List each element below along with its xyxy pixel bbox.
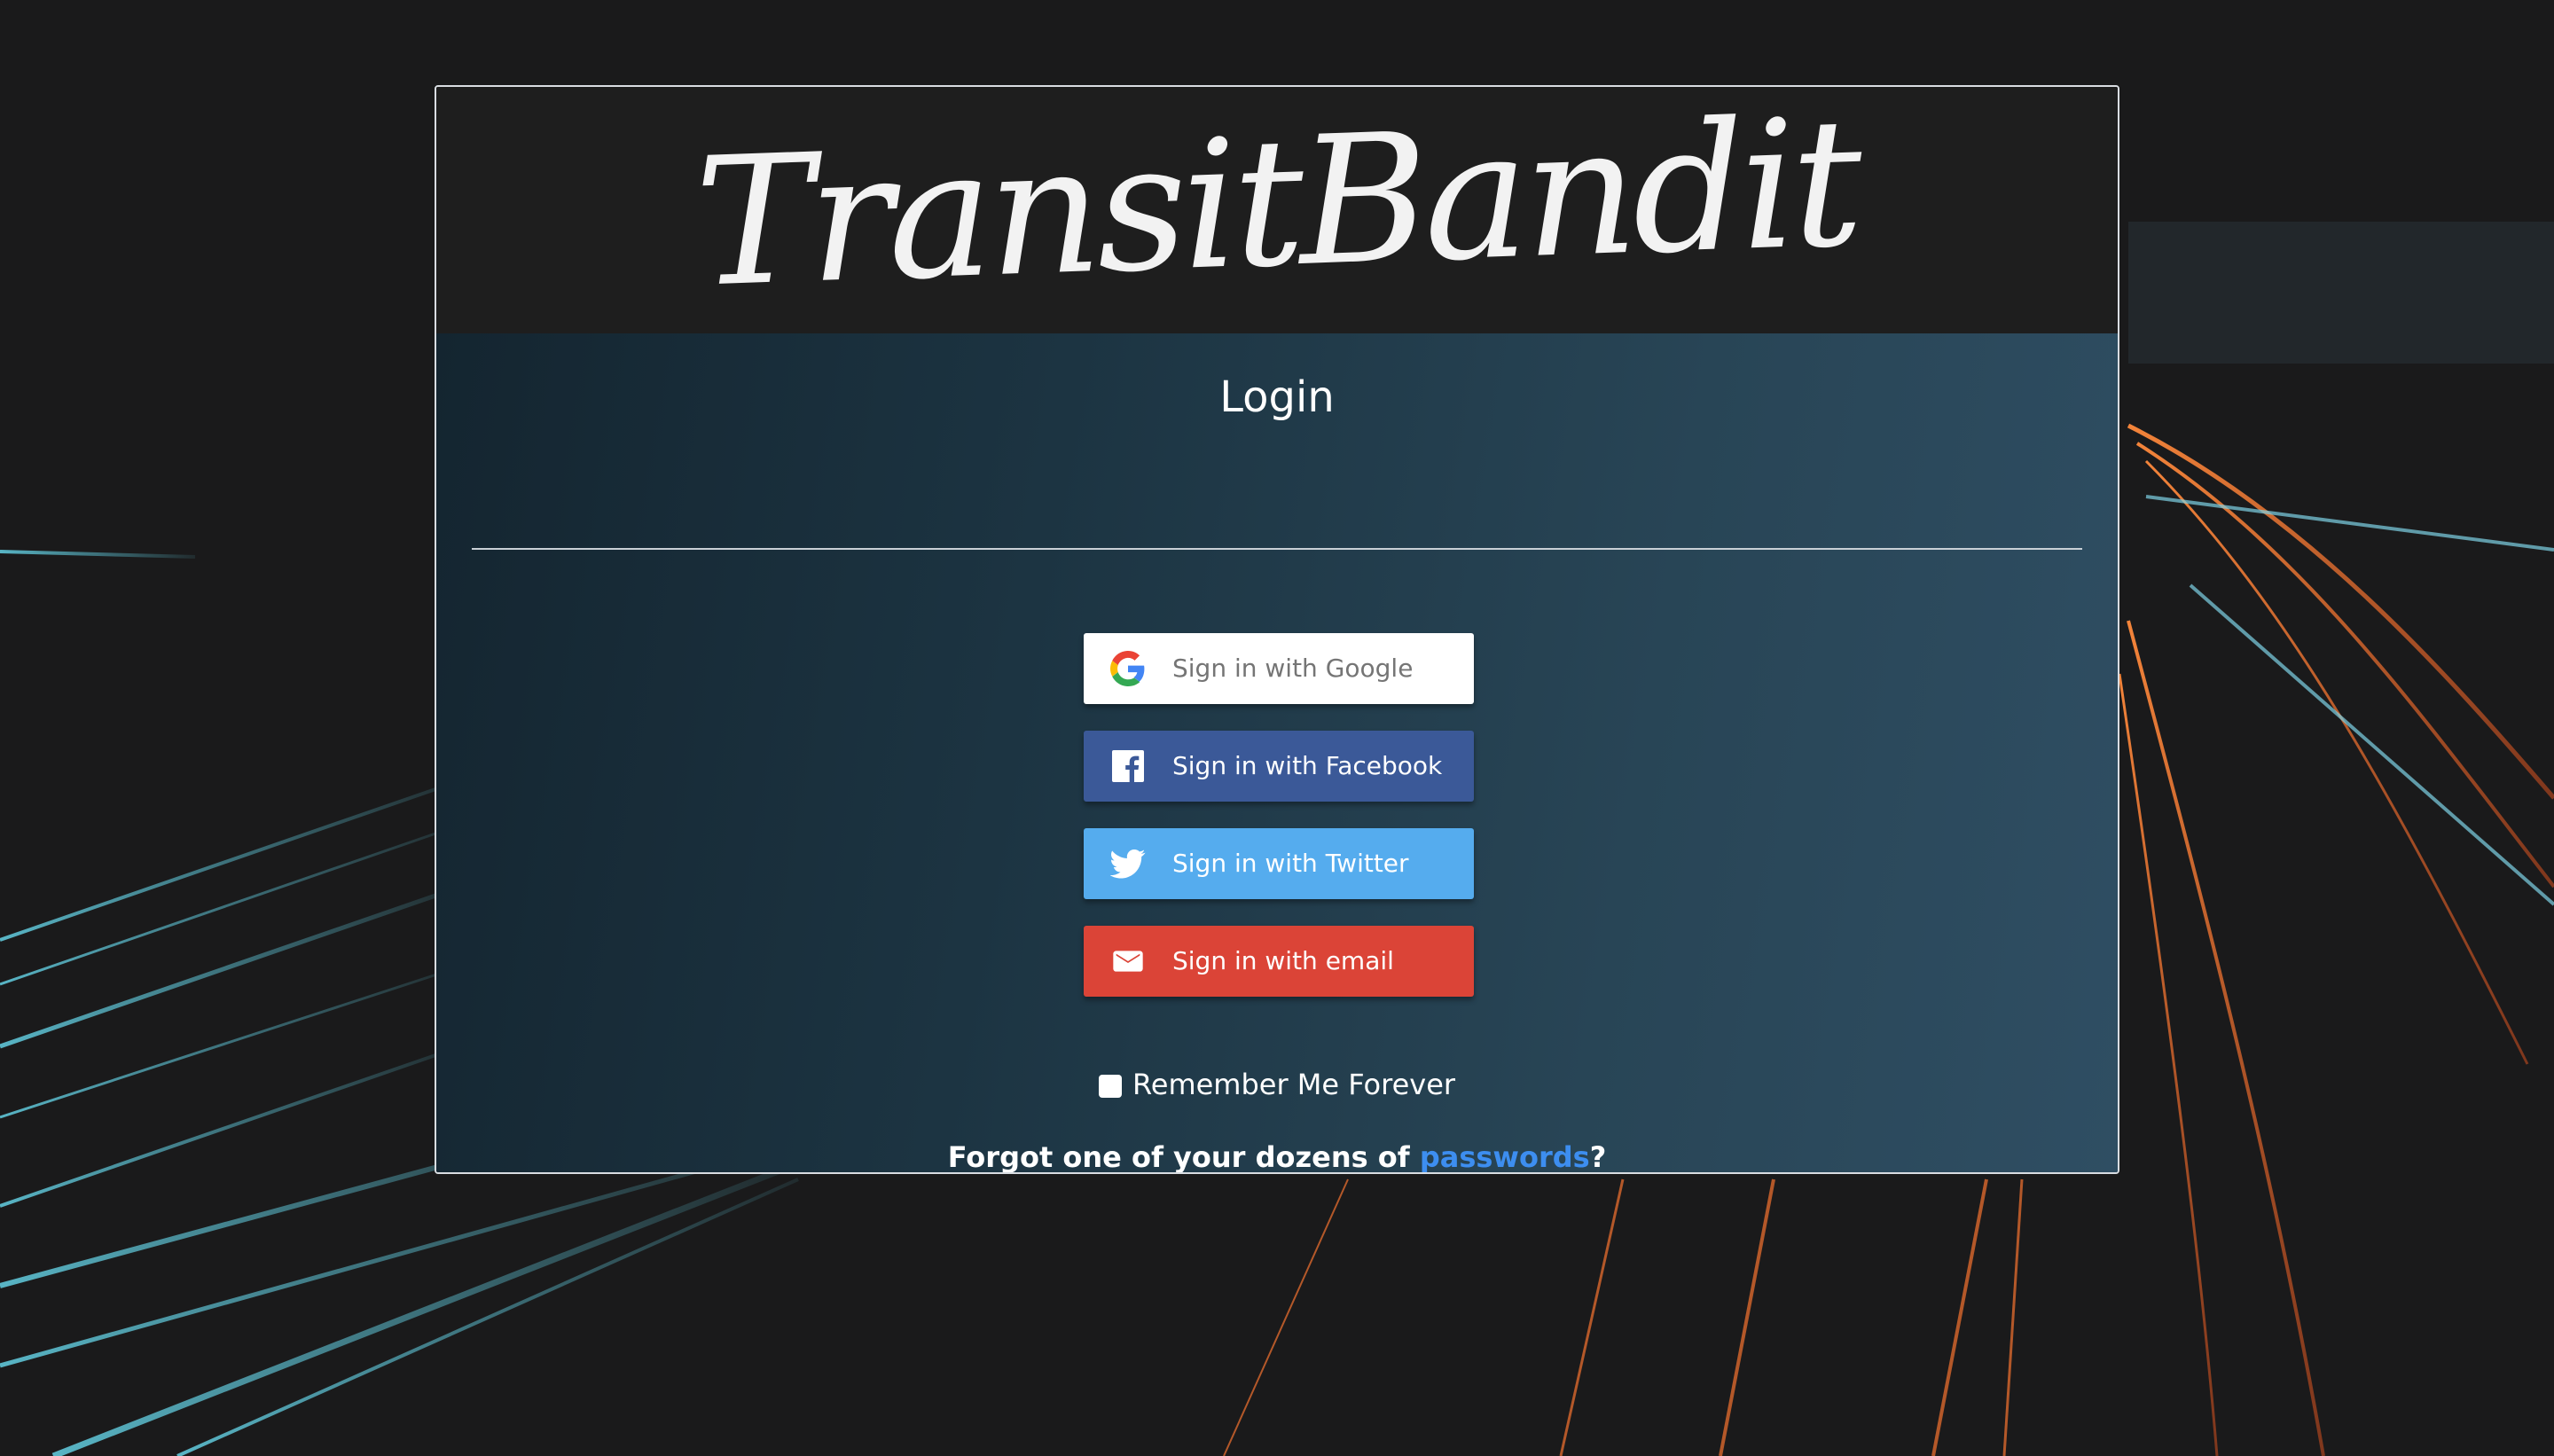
- google-icon: [1110, 651, 1145, 686]
- google-button-label: Sign in with Google: [1172, 654, 1414, 683]
- page-title: Login: [1219, 372, 1335, 422]
- remember-me-checkbox[interactable]: [1098, 1075, 1122, 1098]
- login-card: TransitBandit Login Sign in with Google …: [435, 85, 2119, 1174]
- facebook-icon: [1112, 750, 1144, 782]
- email-button-label: Sign in with email: [1172, 946, 1394, 975]
- title-divider: [472, 548, 2082, 550]
- sign-in-email-button[interactable]: Sign in with email: [1084, 926, 1474, 997]
- sign-in-twitter-button[interactable]: Sign in with Twitter: [1084, 828, 1474, 899]
- remember-me-label[interactable]: Remember Me Forever: [1132, 1068, 1455, 1101]
- twitter-icon: [1110, 849, 1146, 879]
- twitter-button-label: Sign in with Twitter: [1172, 849, 1409, 878]
- logo-text: TransitBandit: [692, 87, 1867, 327]
- sign-in-google-button[interactable]: Sign in with Google: [1084, 633, 1474, 704]
- login-panel: Login Sign in with Google Sign in with F…: [436, 333, 2118, 1174]
- sign-in-facebook-button[interactable]: Sign in with Facebook: [1084, 731, 1474, 802]
- forgot-suffix: ?: [1589, 1140, 1607, 1174]
- remember-me-row: Remember Me Forever: [436, 1062, 2118, 1107]
- card-header: TransitBandit: [436, 87, 2118, 333]
- passwords-link[interactable]: passwords: [1420, 1140, 1590, 1172]
- transitbandit-logo: TransitBandit: [692, 87, 1867, 327]
- forgot-prefix: Forgot one of your dozens of: [947, 1140, 1420, 1174]
- mail-icon: [1113, 951, 1143, 972]
- forgot-password-text: Forgot one of your dozens of passwords?: [436, 1135, 2118, 1174]
- facebook-button-label: Sign in with Facebook: [1172, 751, 1443, 780]
